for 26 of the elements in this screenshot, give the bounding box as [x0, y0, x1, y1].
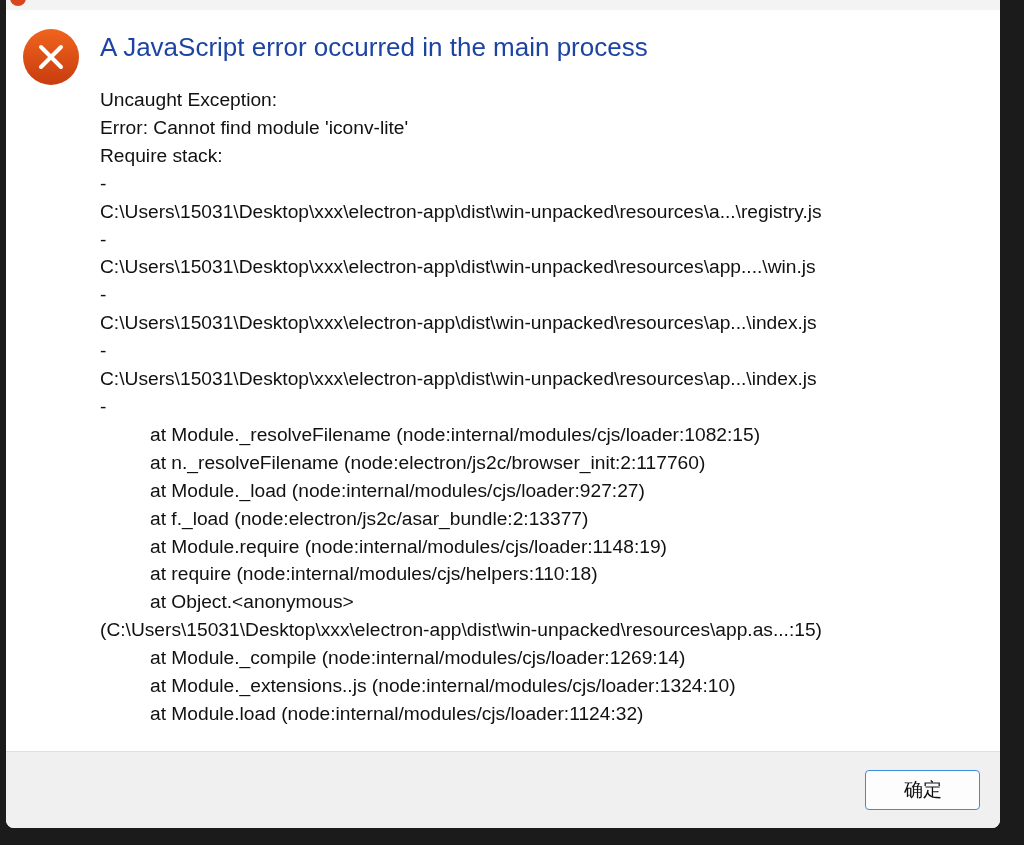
stack-frame-line: at n._resolveFilename (node:electron/js2c/browser_init:2:117760) [149, 450, 707, 476]
stack-frame-line: at Module._load (node:internal/modules/cjs/loader:927:27) [149, 478, 646, 504]
stack-frame-line: at f._load (node:electron/js2c/asar_bundle:2:13377) [149, 506, 590, 532]
message-line: Error: Cannot find module 'iconv-lite' [100, 115, 410, 140]
message-line: - [100, 227, 108, 252]
message-line: - [100, 394, 108, 419]
message-line: C:\Users\15031\Desktop\xxx\electron-app\dist\win-unpacked\resources\ap...\index.js [100, 311, 818, 336]
message-line: Require stack: [100, 143, 224, 168]
message-line: - [100, 339, 108, 364]
dialog-title: A JavaScript error occurred in the main process [100, 31, 649, 64]
message-line: C:\Users\15031\Desktop\xxx\electron-app\dist\win-unpacked\resources\ap...\index.js [100, 367, 818, 392]
message-line: C:\Users\15031\Desktop\xxx\electron-app\dist\win-unpacked\resources\app....\win.js [100, 255, 817, 280]
message-line: - [100, 283, 108, 308]
message-line: - [100, 171, 108, 196]
message-line: Uncaught Exception: [100, 88, 279, 112]
message-line: C:\Users\15031\Desktop\xxx\electron-app\dist\win-unpacked\resources\a...\registry.js [100, 199, 822, 224]
stack-frame-line: at Module._compile (node:internal/modules/cjs/loader:1269:14) [149, 646, 687, 671]
stack-frame-line: at Object.<anonymous> [149, 590, 355, 615]
message-line: (C:\Users\15031\Desktop\xxx\electron-app\dist\win-unpacked\resources\app.as...:15) [100, 618, 822, 643]
error-icon [22, 28, 80, 86]
stack-frame-line: at Module.require (node:internal/modules/cjs/loader:1148:19) [149, 534, 668, 559]
stack-frame-line: at Module._extensions..js (node:internal/modules/cjs/loader:1324:10) [149, 674, 737, 699]
stack-frame-line: at require (node:internal/modules/cjs/helpers:110:18) [149, 562, 599, 587]
ok-button[interactable]: 确定 [865, 770, 980, 810]
stack-frame-line: at Module.load (node:internal/modules/cjs/loader:1124:32) [149, 701, 645, 726]
stack-frame-line: at Module._resolveFilename (node:internal/modules/cjs/loader:1082:15) [149, 422, 762, 448]
